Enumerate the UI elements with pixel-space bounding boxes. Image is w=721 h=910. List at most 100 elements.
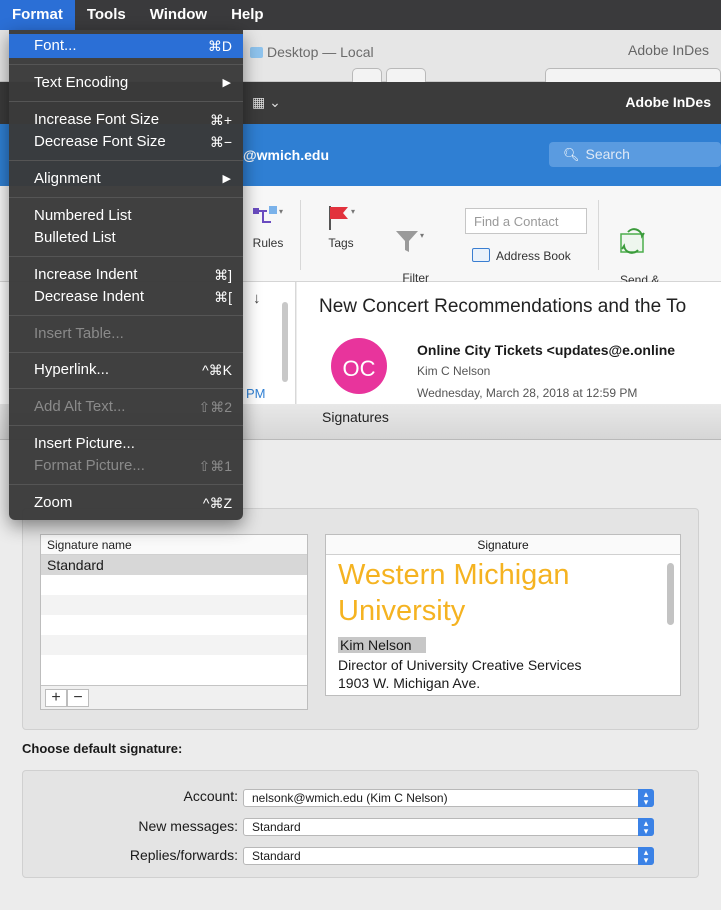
message-list-scrollbar[interactable] xyxy=(282,302,288,382)
sort-arrow-icon[interactable]: ↓ xyxy=(253,290,261,307)
svg-text:▾: ▾ xyxy=(351,207,355,216)
menu-item-format-picture: Format Picture... ⇧⌘1 xyxy=(9,454,243,478)
signature-editor[interactable]: Signature Western Michigan University Ki… xyxy=(325,534,681,696)
signature-list-footer: + − xyxy=(41,685,307,709)
filter-icon: ▾ xyxy=(396,231,424,252)
menu-separator xyxy=(9,64,243,65)
menu-separator xyxy=(9,101,243,102)
menu-item-label: Bulleted List xyxy=(34,229,116,246)
tags-button[interactable]: ▾ Tags xyxy=(318,204,364,250)
select-arrows-icon: ▴ ▾ xyxy=(638,789,654,807)
rules-label: Rules xyxy=(252,236,284,250)
select-arrows-icon: ▴ ▾ xyxy=(638,818,654,836)
select-arrows-icon: ▴ ▾ xyxy=(638,847,654,865)
menu-help[interactable]: Help xyxy=(219,0,276,30)
menu-separator xyxy=(9,197,243,198)
menu-separator xyxy=(9,256,243,257)
finder-adobe-title: Adobe InDes xyxy=(628,42,709,58)
replies-label: Replies/forwards: xyxy=(129,847,238,863)
menu-item-increase-font-size[interactable]: Increase Font Size ⌘+ xyxy=(9,108,243,132)
signature-address: 1903 W. Michigan Ave. xyxy=(338,675,481,691)
format-menu: Font... ⌘D Text Encoding ▶ Increase Font… xyxy=(9,30,243,520)
signature-org-line1: Western Michigan xyxy=(338,559,570,591)
signature-list: Signature name Standard + − xyxy=(40,534,308,710)
search-placeholder: Search xyxy=(585,146,630,162)
new-messages-value: Standard xyxy=(252,820,301,834)
rules-button[interactable]: ▾ Rules xyxy=(244,204,292,250)
menu-item-hyperlink[interactable]: Hyperlink... ^⌘K xyxy=(9,358,243,382)
menu-item-label: Add Alt Text... xyxy=(34,398,126,415)
signature-person-name: Kim Nelson xyxy=(338,637,426,653)
menu-shortcut: ^⌘Z xyxy=(202,495,232,511)
account-label: Account: xyxy=(183,788,238,804)
menu-format[interactable]: Format xyxy=(0,0,75,30)
new-messages-label: New messages: xyxy=(138,818,238,834)
menu-separator xyxy=(9,425,243,426)
finder-tab-pill[interactable] xyxy=(386,68,426,82)
signature-row-empty xyxy=(41,635,307,655)
menu-shortcut: ⌘D xyxy=(207,38,232,54)
remove-signature-button[interactable]: − xyxy=(67,689,89,707)
menu-separator xyxy=(9,484,243,485)
message-time: PM xyxy=(246,386,266,401)
submenu-arrow-icon: ▶ xyxy=(222,173,231,185)
menu-item-label: Decrease Font Size xyxy=(34,133,166,150)
menu-bar: Format Tools Window Help xyxy=(0,0,721,30)
menu-shortcut: ⌘− xyxy=(209,134,232,150)
menu-item-text-encoding[interactable]: Text Encoding ▶ xyxy=(9,71,243,95)
ribbon-divider xyxy=(300,200,301,270)
menu-item-decrease-font-size[interactable]: Decrease Font Size ⌘− xyxy=(9,130,243,154)
menu-shortcut: ⌘] xyxy=(214,267,232,283)
flag-icon: ▾ xyxy=(329,206,355,230)
signature-row-standard[interactable]: Standard xyxy=(41,555,307,575)
account-value: nelsonk@wmich.edu (Kim C Nelson) xyxy=(252,791,448,805)
menu-item-alignment[interactable]: Alignment ▶ xyxy=(9,167,243,191)
menu-shortcut: ⌘[ xyxy=(214,289,232,305)
menu-shortcut: ⌘+ xyxy=(209,112,232,128)
menu-shortcut: ⇧⌘2 xyxy=(198,399,232,415)
menu-tools[interactable]: Tools xyxy=(75,0,138,30)
replies-select[interactable]: Standard ▴ ▾ xyxy=(243,847,654,865)
signature-list-header: Signature name xyxy=(41,535,307,555)
menu-item-font[interactable]: Font... ⌘D xyxy=(9,34,243,58)
menu-window[interactable]: Window xyxy=(138,0,219,30)
signature-job-title: Director of University Creative Services xyxy=(338,657,582,673)
menu-separator xyxy=(9,315,243,316)
tags-label: Tags xyxy=(328,236,354,250)
menu-item-zoom[interactable]: Zoom ^⌘Z xyxy=(9,491,243,515)
finder-tab-pill[interactable] xyxy=(545,68,721,82)
view-grid-icon[interactable]: ▦ ⌄ xyxy=(252,94,281,111)
find-contact-field[interactable]: Find a Contact xyxy=(465,208,587,234)
app-title: Adobe InDes xyxy=(625,94,711,110)
menu-item-label: Increase Indent xyxy=(34,266,138,283)
account-select[interactable]: nelsonk@wmich.edu (Kim C Nelson) ▴ ▾ xyxy=(243,789,654,807)
search-input[interactable]: 🔍︎ Search xyxy=(549,142,721,167)
menu-item-decrease-indent[interactable]: Decrease Indent ⌘[ xyxy=(9,285,243,309)
menu-item-label: Font... xyxy=(34,37,77,54)
menu-item-label: Increase Font Size xyxy=(34,111,160,128)
menu-item-insert-table: Insert Table... xyxy=(9,322,243,346)
menu-item-label: Numbered List xyxy=(34,207,132,224)
rules-icon: ▾ xyxy=(253,206,283,223)
signature-row-empty xyxy=(41,575,307,595)
finder-tab-pill[interactable] xyxy=(352,68,382,82)
ribbon-divider xyxy=(598,200,599,270)
signature-editor-scrollbar[interactable] xyxy=(667,563,674,625)
address-book-label: Address Book xyxy=(496,249,571,263)
menu-item-increase-indent[interactable]: Increase Indent ⌘] xyxy=(9,263,243,287)
signatures-title: Signatures xyxy=(322,409,389,425)
menu-separator xyxy=(9,160,243,161)
menu-item-label: Text Encoding xyxy=(34,74,129,91)
message-sender[interactable]: Online City Tickets <updates@e.online xyxy=(417,342,675,358)
address-book-icon xyxy=(472,248,490,262)
address-book-button[interactable]: Address Book xyxy=(472,248,571,263)
search-icon: 🔍︎ xyxy=(563,147,580,162)
message-recipient[interactable]: Kim C Nelson xyxy=(417,364,490,378)
menu-item-bulleted-list[interactable]: Bulleted List xyxy=(9,226,243,250)
new-messages-select[interactable]: Standard ▴ ▾ xyxy=(243,818,654,836)
menu-item-numbered-list[interactable]: Numbered List xyxy=(9,204,243,228)
finder-title: Desktop — Local xyxy=(250,44,374,60)
add-signature-button[interactable]: + xyxy=(45,689,67,707)
menu-item-insert-picture[interactable]: Insert Picture... xyxy=(9,432,243,456)
svg-text:▾: ▾ xyxy=(279,207,283,216)
